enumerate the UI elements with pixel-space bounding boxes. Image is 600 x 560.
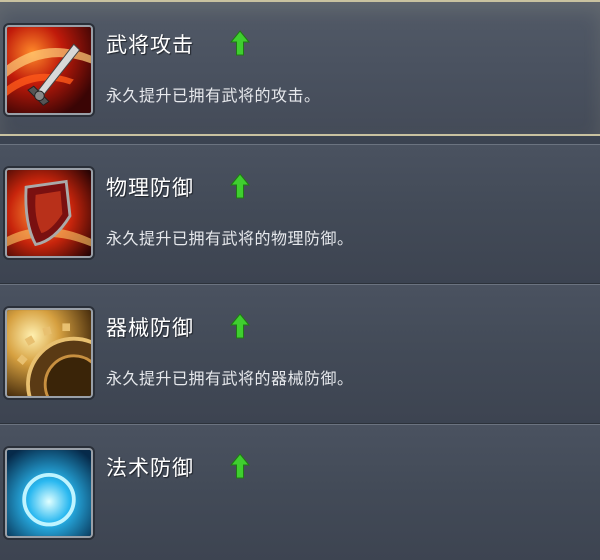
up-arrow-icon xyxy=(230,173,250,199)
skill-description: 永久提升已拥有武将的物理防御。 xyxy=(106,229,354,248)
shield-icon xyxy=(5,168,93,258)
skill-row-siege-defense[interactable]: 器械防御 永久提升已拥有武将的器械防御。 xyxy=(0,284,600,420)
up-arrow-icon xyxy=(230,313,250,339)
skill-row-physical-defense[interactable]: 物理防御 永久提升已拥有武将的物理防御。 xyxy=(0,144,600,280)
skill-row-attack[interactable]: 武将攻击 永久提升已拥有武将的攻击。 xyxy=(0,0,600,136)
skill-row-magic-defense[interactable]: 法术防御 xyxy=(0,424,600,560)
skill-title: 武将攻击 xyxy=(106,33,194,57)
magic-orb-icon xyxy=(5,448,93,538)
gear-wheel-icon xyxy=(5,308,93,398)
up-arrow-icon xyxy=(230,453,250,479)
skill-list: 武将攻击 永久提升已拥有武将的攻击。 物理防御 永久提升已拥有武将的物理防御。 … xyxy=(0,0,600,560)
skill-title: 器械防御 xyxy=(106,316,194,340)
skill-description: 永久提升已拥有武将的器械防御。 xyxy=(106,369,354,388)
skill-description: 永久提升已拥有武将的攻击。 xyxy=(106,86,321,105)
up-arrow-icon xyxy=(230,30,250,56)
skill-title: 法术防御 xyxy=(106,456,194,480)
skill-title: 物理防御 xyxy=(106,176,194,200)
sword-strike-icon xyxy=(5,25,93,115)
